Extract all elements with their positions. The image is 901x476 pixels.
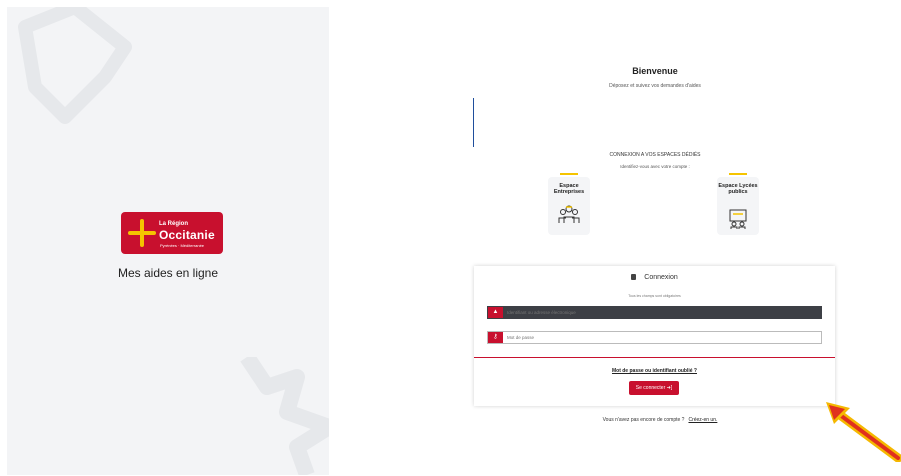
card-accent-bar bbox=[729, 173, 747, 175]
app-tagline: Mes aides en ligne bbox=[117, 266, 219, 280]
vertical-divider bbox=[473, 98, 474, 147]
password-input[interactable] bbox=[504, 332, 822, 343]
card-label: Espace Lycées publics bbox=[718, 183, 758, 195]
card-accent-bar bbox=[560, 173, 578, 175]
page: La Région Occitanie Pyrénées · Méditerra… bbox=[0, 0, 901, 476]
required-fields-note: Tous les champs sont obligatoires bbox=[628, 294, 681, 298]
forgot-password-link[interactable]: Mot de passe ou identifiant oublié ? bbox=[474, 368, 835, 374]
card-label: Espace Entreprises bbox=[553, 183, 585, 195]
username-field[interactable]: ▲ bbox=[487, 306, 822, 319]
password-field[interactable]: ⚷ bbox=[487, 331, 822, 344]
signup-text: Vous n'avez pas encore de compte ? bbox=[602, 417, 685, 423]
create-account-link[interactable]: Créez-en un. bbox=[688, 417, 717, 423]
login-panel: Connexion Tous les champs sont obligatoi… bbox=[474, 266, 835, 406]
key-icon: ⚷ bbox=[488, 332, 503, 343]
logo-title: Occitanie bbox=[159, 228, 215, 242]
logo-small-text: La Région bbox=[159, 221, 189, 227]
handshake-watermark-icon bbox=[18, 7, 132, 124]
espace-lycees-card[interactable]: Espace Lycées publics bbox=[717, 173, 759, 235]
espace-entreprises-card[interactable]: Espace Entreprises bbox=[548, 173, 590, 235]
section-divider bbox=[474, 357, 835, 358]
spaces-subtitle: Identifiez-vous avec votre compte : bbox=[620, 164, 690, 169]
annotation-arrow-icon bbox=[826, 402, 901, 462]
cross-watermark-icon bbox=[240, 357, 329, 475]
login-title: Connexion bbox=[644, 274, 678, 281]
lock-icon bbox=[631, 274, 637, 280]
school-icon bbox=[729, 209, 747, 229]
login-button[interactable]: Se connecter ➜] bbox=[629, 381, 679, 395]
username-input[interactable] bbox=[504, 307, 822, 318]
left-panel: La Région Occitanie Pyrénées · Méditerra… bbox=[7, 7, 329, 475]
signup-prompt: Vous n'avez pas encore de compte ? Créez-… bbox=[560, 417, 760, 423]
region-logo: La Région Occitanie Pyrénées · Méditerra… bbox=[121, 212, 223, 254]
occitan-cross-icon bbox=[128, 219, 156, 247]
logo-subtitle: Pyrénées · Méditerranée bbox=[160, 243, 205, 248]
welcome-title: Bienvenue bbox=[632, 66, 678, 76]
welcome-subtitle: Déposez et suivez vos demandes d'aides bbox=[609, 83, 701, 89]
spaces-title: CONNEXION A VOS ESPACES DÉDIÉS bbox=[609, 152, 701, 158]
login-header: Connexion bbox=[474, 274, 835, 281]
workers-icon bbox=[558, 205, 580, 223]
user-icon: ▲ bbox=[488, 307, 503, 318]
